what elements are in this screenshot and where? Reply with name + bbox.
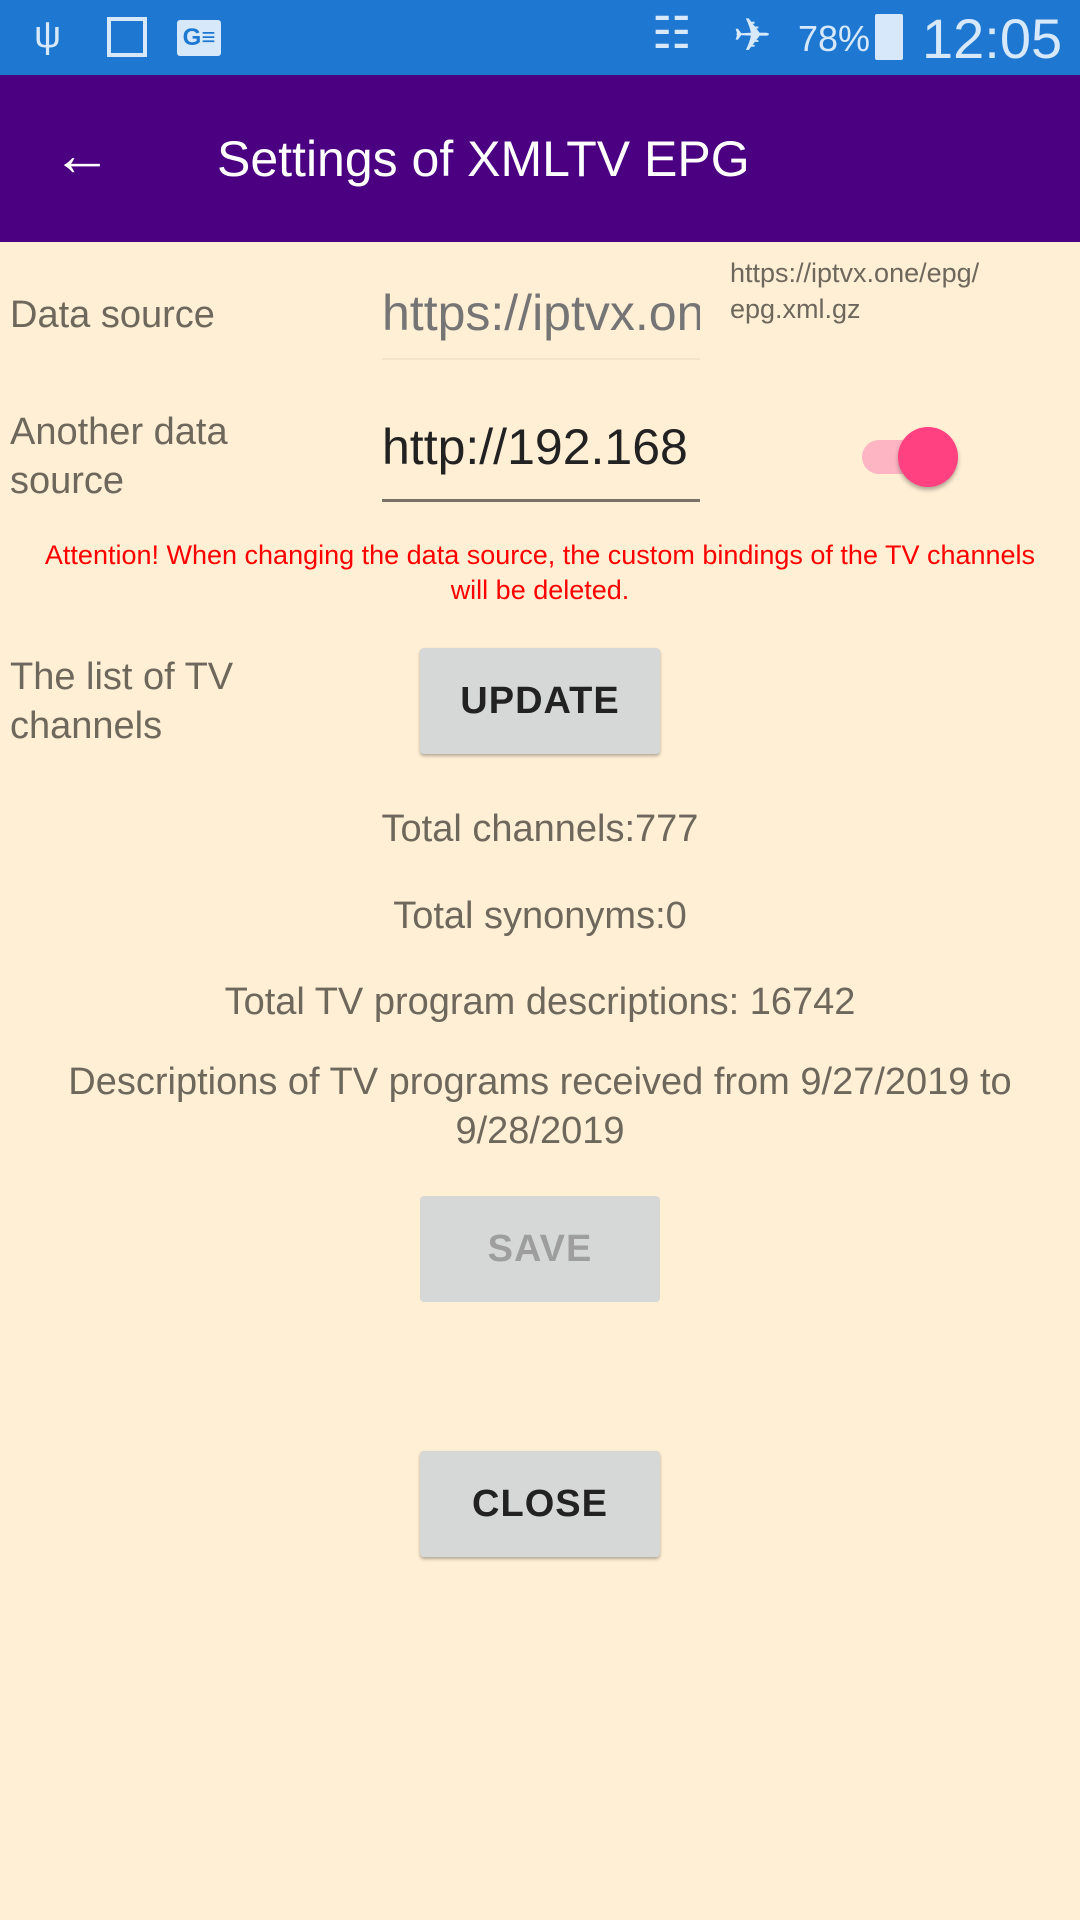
total-synonyms: Total synonyms:0 <box>393 895 687 937</box>
toggle-thumb <box>898 427 958 487</box>
warning-text: Attention! When changing the data source… <box>44 540 1036 605</box>
save-button[interactable]: SAVE <box>420 1196 660 1302</box>
another-source-toggle[interactable] <box>862 427 958 487</box>
another-source-input[interactable]: http://192.168 <box>382 412 700 502</box>
arrow-left-icon[interactable]: ← <box>52 125 112 185</box>
page-title: Settings of XMLTV EPG <box>217 131 750 187</box>
another-source-label: Another data source <box>10 411 228 502</box>
airplane-icon: ✈ <box>733 9 772 61</box>
usb-icon: ψ <box>34 14 62 56</box>
wifi-icon: ☷ <box>652 9 692 58</box>
update-button[interactable]: UPDATE <box>420 648 660 754</box>
battery-charging-icon <box>875 14 903 60</box>
status-bar: ψ G≡ ☷ ✈ 78% 12:05 <box>0 0 1080 75</box>
clock: 12:05 <box>922 7 1063 70</box>
close-button[interactable]: CLOSE <box>420 1451 660 1557</box>
news-icon: G≡ <box>177 20 221 56</box>
battery-level: 78% <box>798 18 871 59</box>
descriptions-range: Descriptions of TV programs received fro… <box>68 1061 1012 1152</box>
image-icon <box>107 17 147 57</box>
total-channels: Total channels:777 <box>381 808 699 850</box>
channels-list-label: The list of TV channels <box>10 656 234 747</box>
app-bar: ← Settings of XMLTV EPG <box>0 75 1080 242</box>
data-source-label: Data source <box>10 294 215 336</box>
total-descriptions: Total TV program descriptions: 16742 <box>224 981 856 1023</box>
data-source-input[interactable] <box>382 268 700 360</box>
data-source-hint: https://iptvx.one/epg/ epg.xml.gz <box>730 258 980 324</box>
